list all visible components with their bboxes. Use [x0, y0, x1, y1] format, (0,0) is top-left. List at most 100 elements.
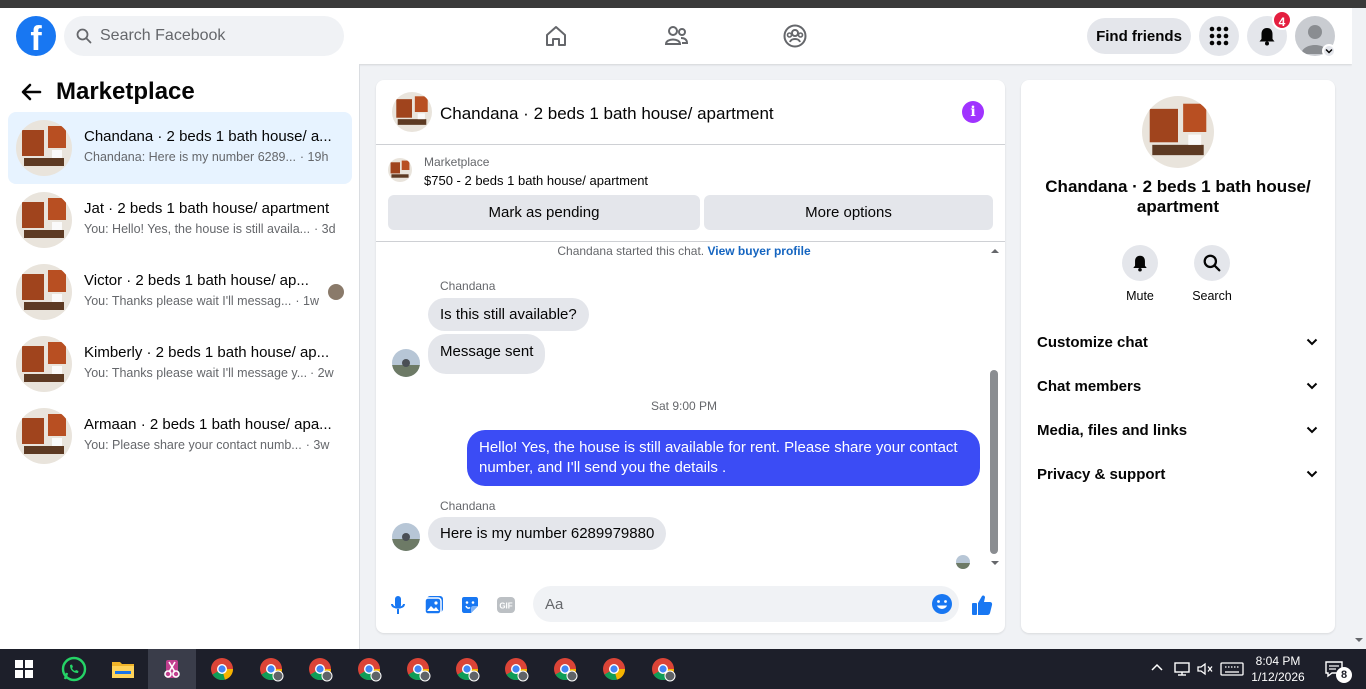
friends-nav[interactable]: [658, 20, 694, 52]
chat-scrollbar-thumb[interactable]: [990, 370, 998, 554]
incoming-message[interactable]: Is this still available?: [428, 298, 589, 331]
conversation-item[interactable]: Kimberly · 2 beds 1 bath house/ ap... Yo…: [8, 328, 352, 400]
sticker-button[interactable]: [458, 593, 482, 617]
scroll-down-icon[interactable]: [988, 558, 1002, 568]
chat-started-note: Chandana started this chat. View buyer p…: [376, 244, 992, 258]
conversation-title: Chandana · 2 beds 1 bath house/ a...: [84, 128, 332, 145]
search-action[interactable]: Search: [1182, 245, 1242, 303]
sidebar-header: Marketplace: [20, 78, 195, 106]
photo-icon: [424, 596, 443, 615]
facebook-logo[interactable]: f: [16, 16, 56, 56]
listing-price-title[interactable]: $750 - 2 beds 1 bath house/ apartment: [424, 173, 648, 188]
page-scrollbar[interactable]: [1352, 8, 1366, 649]
show-hidden-icons-chevron-icon[interactable]: [1150, 661, 1164, 675]
privacy-support-row[interactable]: Privacy & support: [1037, 456, 1319, 492]
sender-name: Chandana: [440, 499, 496, 513]
conversation-preview: You: Thanks please wait I'll messag... · …: [84, 294, 319, 308]
listing-image[interactable]: [1142, 96, 1214, 168]
bell-icon: [1133, 255, 1147, 272]
info-icon[interactable]: i: [962, 101, 984, 123]
chat-members-row[interactable]: Chat members: [1037, 368, 1319, 404]
taskbar-chrome-8[interactable]: [541, 649, 589, 689]
clock-date: 1/12/2026: [1251, 670, 1305, 684]
friends-icon: [664, 26, 689, 45]
chrome-icon: [603, 658, 625, 681]
listing-thumbnail: [16, 264, 72, 320]
thumbs-up-icon: [972, 595, 993, 615]
taskbar-chrome-6[interactable]: [443, 649, 491, 689]
listing-thumbnail[interactable]: [392, 92, 432, 132]
conversation-preview: Chandana: Here is my number 6289... · 19h: [84, 150, 329, 164]
taskbar-chrome-7[interactable]: [492, 649, 540, 689]
scroll-down-icon[interactable]: [1352, 635, 1366, 645]
sender-avatar[interactable]: [392, 523, 420, 551]
taskbar-chrome-1[interactable]: [198, 649, 246, 689]
chrome-icon: [211, 658, 234, 681]
start-button[interactable]: [0, 649, 48, 689]
message-input-wrapper[interactable]: [533, 586, 959, 622]
chrome-profile-icon: [456, 658, 480, 682]
taskbar-snipping-tool[interactable]: [148, 649, 196, 689]
chevron-down-icon: [1306, 426, 1318, 434]
taskbar-chrome-9[interactable]: [590, 649, 638, 689]
svg-text:GIF: GIF: [499, 602, 512, 611]
row-label: Customize chat: [1037, 333, 1148, 351]
action-center-button[interactable]: 8: [1314, 649, 1354, 689]
media-files-links-row[interactable]: Media, files and links: [1037, 412, 1319, 448]
view-buyer-profile-link[interactable]: View buyer profile: [707, 244, 810, 258]
mark-as-pending-button[interactable]: Mark as pending: [388, 195, 700, 230]
chevron-down-icon: [1306, 338, 1318, 346]
conversation-item[interactable]: Victor · 2 beds 1 bath house/ ap... You:…: [8, 256, 352, 328]
menu-button[interactable]: [1199, 16, 1239, 56]
taskbar-chrome-2[interactable]: [247, 649, 295, 689]
conversation-title: Jat · 2 beds 1 bath house/ apartment: [84, 200, 330, 217]
mute-action[interactable]: Mute: [1110, 245, 1170, 303]
emoji-icon[interactable]: [931, 593, 953, 615]
sender-avatar[interactable]: [392, 349, 420, 377]
chat-header: Chandana · 2 beds 1 bath house/ apartmen…: [376, 80, 1005, 145]
notification-badge: 4: [1272, 10, 1292, 30]
conversation-item[interactable]: Armaan · 2 beds 1 bath house/ apa... You…: [8, 400, 352, 472]
home-nav[interactable]: [538, 20, 574, 52]
taskbar-chrome-3[interactable]: [296, 649, 344, 689]
back-arrow-icon[interactable]: [20, 81, 42, 103]
customize-chat-row[interactable]: Customize chat: [1037, 324, 1319, 360]
more-options-button[interactable]: More options: [704, 195, 993, 230]
incoming-message[interactable]: Message sent: [428, 334, 546, 374]
windows-taskbar: 8:04 PM 1/12/2026 8: [0, 649, 1366, 689]
volume-muted-icon[interactable]: [1196, 661, 1214, 677]
browser-top-strip: [0, 0, 1366, 8]
gif-button[interactable]: GIF: [494, 593, 518, 617]
taskbar-clock[interactable]: 8:04 PM 1/12/2026: [1248, 653, 1308, 685]
taskbar-file-explorer[interactable]: [99, 649, 147, 689]
network-icon[interactable]: [1173, 661, 1191, 677]
find-friends-button[interactable]: Find friends: [1087, 18, 1191, 54]
taskbar-whatsapp[interactable]: [50, 649, 98, 689]
message-input[interactable]: [545, 595, 925, 613]
groups-nav[interactable]: [777, 20, 813, 52]
taskbar-chrome-10[interactable]: [639, 649, 687, 689]
outgoing-message[interactable]: Hello! Yes, the house is still available…: [467, 430, 980, 486]
chrome-profile-icon: [358, 658, 382, 682]
conversation-item[interactable]: Jat · 2 beds 1 bath house/ apartment You…: [8, 184, 352, 256]
taskbar-chrome-4[interactable]: [345, 649, 393, 689]
account-chevron[interactable]: [1322, 44, 1336, 58]
send-like-button[interactable]: [970, 593, 994, 617]
scroll-up-icon[interactable]: [988, 246, 1002, 256]
page-title: Marketplace: [56, 78, 195, 105]
conversation-item[interactable]: Chandana · 2 beds 1 bath house/ a... Cha…: [8, 112, 352, 184]
listing-thumbnail-small: [388, 158, 412, 182]
incoming-message[interactable]: Here is my number 6289979880: [428, 517, 667, 550]
keyboard-icon[interactable]: [1220, 661, 1244, 677]
search-input[interactable]: [100, 27, 320, 45]
seen-indicator-avatar: [956, 555, 970, 569]
taskbar-chrome-5[interactable]: [394, 649, 442, 689]
search-icon: [1203, 254, 1221, 272]
search-box[interactable]: [64, 16, 344, 56]
row-label: Privacy & support: [1037, 465, 1166, 483]
voice-clip-button[interactable]: [386, 593, 410, 617]
chat-panel: Chandana · 2 beds 1 bath house/ apartmen…: [376, 80, 1005, 633]
attach-photo-button[interactable]: [422, 593, 446, 617]
mute-label: Mute: [1126, 289, 1154, 303]
chat-title[interactable]: Chandana · 2 beds 1 bath house/ apartmen…: [440, 104, 774, 124]
